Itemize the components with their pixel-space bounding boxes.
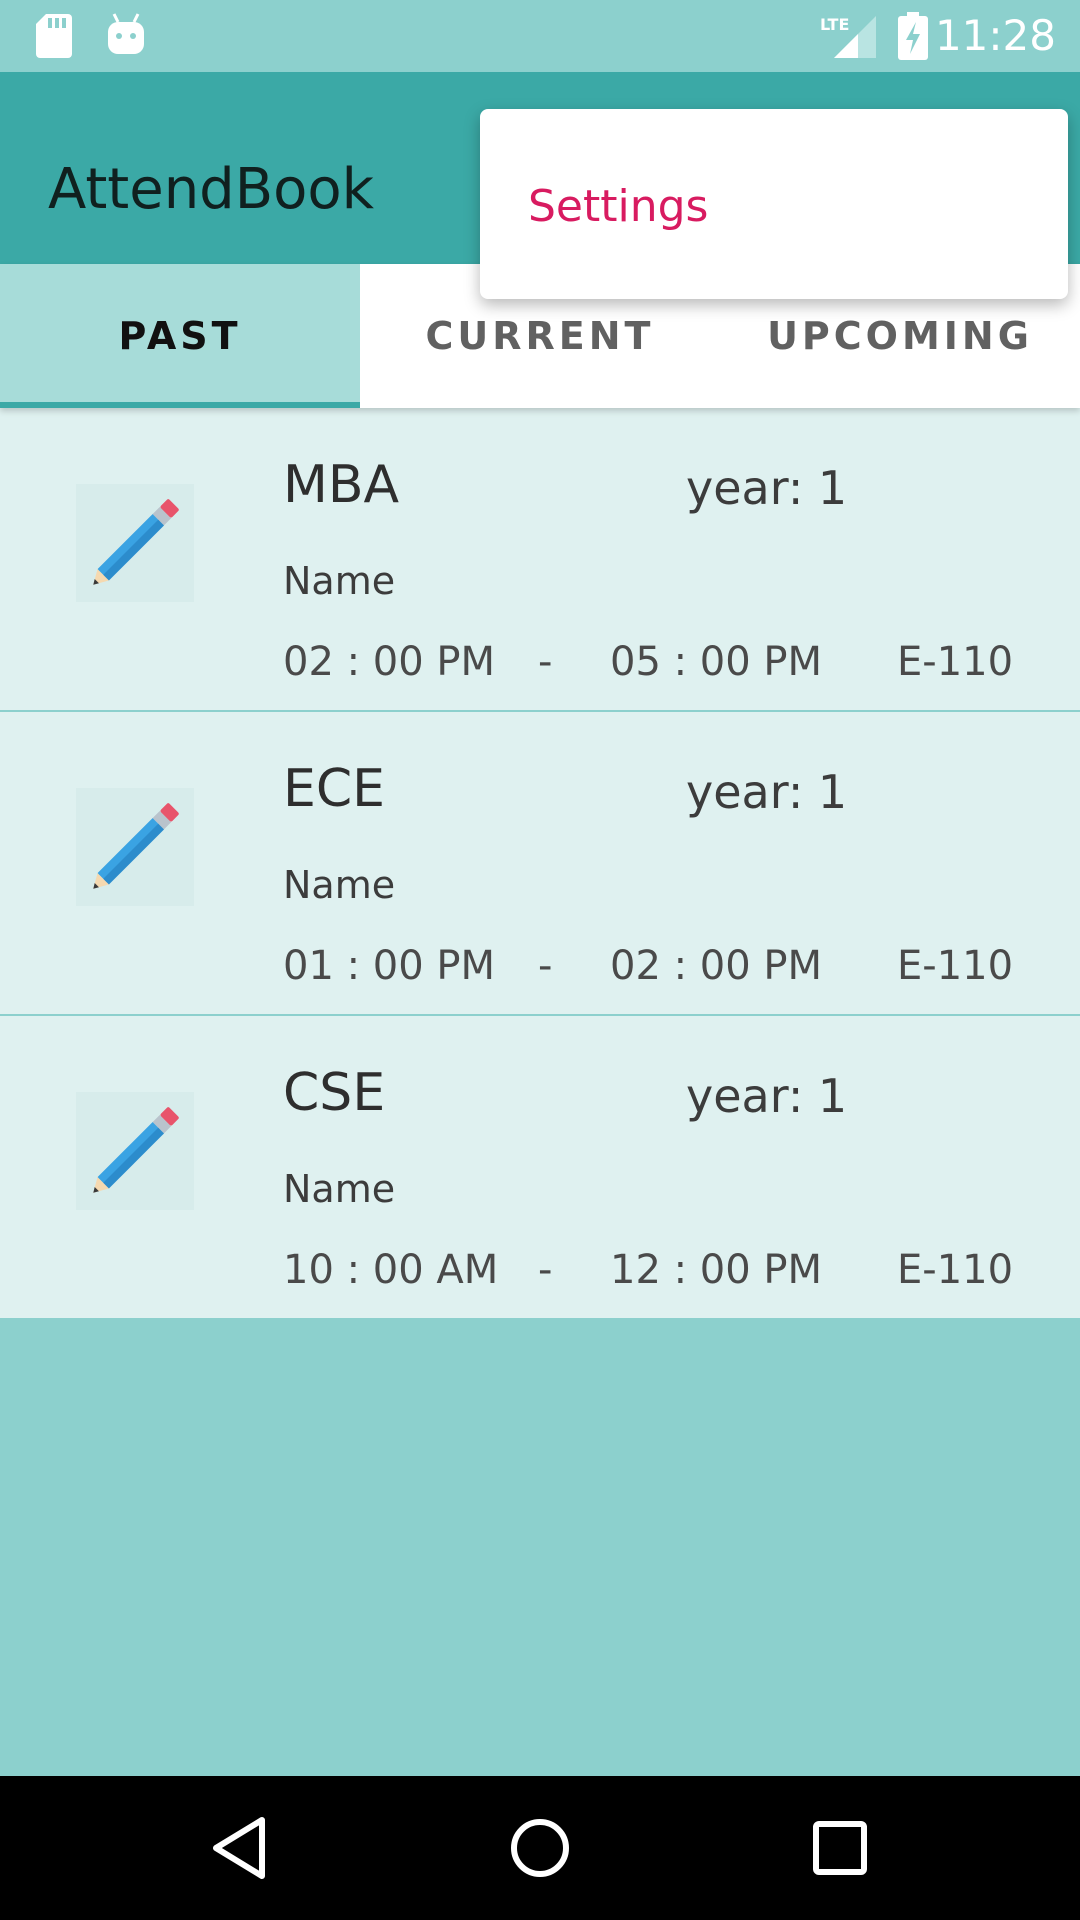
class-list: MBA year: 1 Name 02 : 00 PM - 05 : 00 PM… [0, 408, 1080, 1318]
list-item[interactable]: ECE year: 1 Name 01 : 00 PM - 02 : 00 PM… [0, 712, 1080, 1016]
list-item[interactable]: MBA year: 1 Name 02 : 00 PM - 05 : 00 PM… [0, 408, 1080, 712]
course-name: Name [283, 559, 396, 603]
end-time: 05 : 00 PM [610, 639, 823, 685]
end-time: 12 : 00 PM [610, 1247, 823, 1293]
course-year: year: 1 [686, 765, 848, 819]
course-year: year: 1 [686, 461, 848, 515]
time-separator: - [538, 1247, 553, 1293]
time-separator: - [538, 943, 553, 989]
course-title: ECE [283, 759, 386, 819]
home-icon[interactable] [500, 1808, 580, 1888]
back-icon[interactable] [200, 1808, 280, 1888]
menu-item-settings[interactable]: Settings [528, 179, 708, 235]
tab-label: CURRENT [425, 314, 655, 358]
course-title: CSE [283, 1063, 386, 1123]
status-bar: LTE 11:28 [0, 0, 1080, 72]
battery-charging-icon [898, 12, 928, 64]
list-item[interactable]: CSE year: 1 Name 10 : 00 AM - 12 : 00 PM… [0, 1016, 1080, 1318]
navigation-bar [0, 1776, 1080, 1920]
sd-card-icon [36, 14, 72, 62]
status-time: 11:28 [934, 11, 1056, 60]
start-time: 01 : 00 PM [283, 943, 496, 989]
end-time: 02 : 00 PM [610, 943, 823, 989]
recents-icon[interactable] [800, 1808, 880, 1888]
room-number: E-110 [897, 943, 1014, 989]
tab-label: PAST [118, 314, 242, 358]
android-icon [106, 12, 146, 60]
lte-signal-icon: LTE [818, 12, 876, 64]
course-title: MBA [283, 455, 400, 515]
network-type-label: LTE [820, 15, 849, 34]
time-separator: - [538, 639, 553, 685]
pencil-icon[interactable] [76, 788, 194, 906]
course-year: year: 1 [686, 1069, 848, 1123]
start-time: 10 : 00 AM [283, 1247, 499, 1293]
room-number: E-110 [897, 639, 1014, 685]
start-time: 02 : 00 PM [283, 639, 496, 685]
pencil-icon[interactable] [76, 484, 194, 602]
course-name: Name [283, 863, 396, 907]
room-number: E-110 [897, 1247, 1014, 1293]
tab-past[interactable]: PAST [0, 264, 360, 408]
overflow-menu: Settings [480, 109, 1068, 299]
app-title: AttendBook [48, 157, 375, 222]
tab-label: UPCOMING [767, 314, 1033, 358]
course-name: Name [283, 1167, 396, 1211]
pencil-icon[interactable] [76, 1092, 194, 1210]
